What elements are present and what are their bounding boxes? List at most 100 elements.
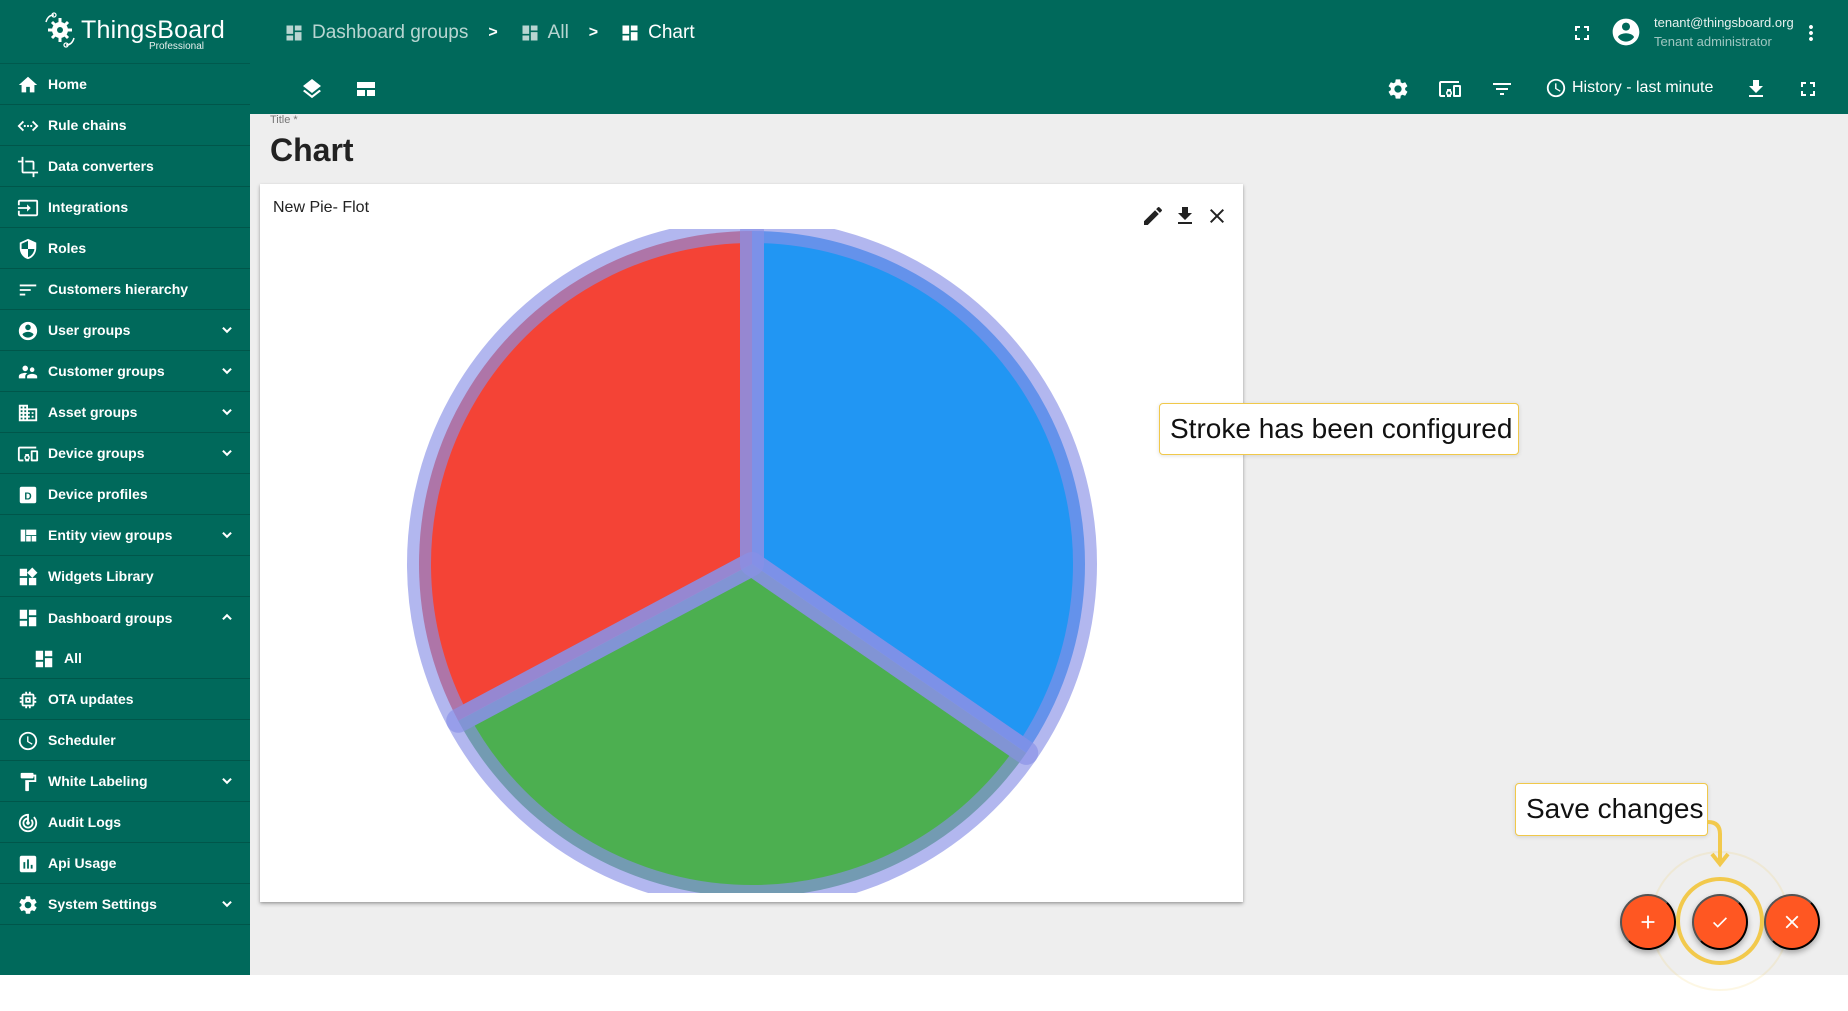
layouts-icon[interactable] [354, 77, 378, 101]
breadcrumb-chart: Chart [620, 22, 695, 44]
sidebar-item-customer-groups[interactable]: Customer groups [0, 351, 250, 392]
device-profile-icon: D [19, 486, 37, 504]
title-field-label: Title * [270, 114, 298, 126]
save-changes-button[interactable] [1692, 894, 1748, 950]
sidebar-item-dashboard-groups[interactable]: Dashboard groups [0, 597, 250, 638]
devices-icon[interactable] [1438, 77, 1462, 101]
sidebar-item-entity-view-groups[interactable]: Entity view groups [0, 515, 250, 556]
sidebar-item-label: Widgets Library [48, 568, 154, 584]
sidebar-item-roles[interactable]: Roles [0, 228, 250, 269]
sidebar-item-api-usage[interactable]: Api Usage [0, 843, 250, 884]
sidebar-item-label: Roles [48, 240, 87, 256]
sidebar-item-label: Customers hierarchy [48, 281, 189, 297]
close-icon [1785, 915, 1799, 929]
fullscreen-icon[interactable] [1796, 77, 1820, 101]
settings-icon [19, 896, 37, 914]
input-icon [17, 199, 39, 217]
sort-icon [19, 284, 37, 296]
view-quilt-icon [20, 529, 37, 542]
timewindow-button[interactable]: History - last minute [1545, 77, 1713, 99]
domain-icon [18, 404, 38, 422]
sidebar-item-label: Device profiles [48, 486, 148, 502]
settings-icon[interactable] [1386, 77, 1410, 101]
tour-tooltip-save: Save changes [1515, 783, 1708, 836]
sidebar-item-customers-hierarchy[interactable]: Customers hierarchy [0, 269, 250, 310]
sidebar-item-label: Audit Logs [48, 814, 122, 830]
sidebar-item-widgets-library[interactable]: Widgets Library [0, 556, 250, 597]
memory-icon [19, 691, 37, 709]
sidebar-item-asset-groups[interactable]: Asset groups [0, 392, 250, 433]
chevron-down-icon[interactable] [220, 774, 234, 788]
sidebar-item-data-converters[interactable]: Data converters [0, 146, 250, 187]
breadcrumb-label: Dashboard groups [312, 22, 469, 43]
sidebar-item-label: Home [48, 76, 87, 92]
edit-icon[interactable] [1141, 204, 1165, 228]
sidebar-item-device-profiles[interactable]: D Device profiles [0, 474, 250, 515]
schedule-icon [18, 731, 38, 751]
layers-icon[interactable] [300, 77, 324, 101]
sidebar-item-all-dashboards[interactable]: All [0, 638, 250, 679]
pie-chart [407, 229, 1097, 893]
add-widget-button[interactable] [1620, 894, 1676, 950]
shield-icon [19, 238, 37, 260]
sidebar-item-ota-updates[interactable]: OTA updates [0, 679, 250, 720]
sidebar-item-rule-chains[interactable]: Rule chains [0, 105, 250, 146]
close-icon[interactable] [1205, 204, 1229, 228]
breadcrumb-all[interactable]: All [520, 22, 569, 44]
track-changes-icon [18, 813, 38, 833]
sidebar-item-label: Rule chains [48, 117, 127, 133]
widgets-icon [19, 567, 38, 586]
filter-icon[interactable] [1490, 77, 1514, 101]
sidebar-nav: Home Rule chains Data converters Integra… [0, 64, 250, 925]
download-icon[interactable] [1744, 77, 1768, 101]
plus-icon [1641, 915, 1655, 929]
sidebar-item-label: User groups [48, 322, 131, 338]
home-icon [18, 76, 38, 93]
sidebar-item-device-groups[interactable]: Device groups [0, 433, 250, 474]
timewindow-label: History - last minute [1572, 79, 1714, 96]
sidebar-item-label: Data converters [48, 158, 154, 174]
widget-title: New Pie- Flot [273, 199, 370, 216]
sidebar-item-label: All [64, 650, 82, 666]
sidebar-item-scheduler[interactable]: Scheduler [0, 720, 250, 761]
format-paint-icon [20, 772, 37, 792]
logo[interactable]: ThingsBoard Professional [0, 0, 250, 64]
breadcrumb-separator: > [588, 24, 599, 41]
user-email: tenant@thingsboard.org [1654, 15, 1794, 30]
more-vert-icon[interactable] [1799, 21, 1823, 45]
devices-icon [17, 446, 39, 462]
schedule-icon [1546, 78, 1566, 98]
chevron-down-icon[interactable] [220, 446, 234, 460]
chevron-down-icon[interactable] [220, 897, 234, 911]
dashboard-icon [35, 650, 53, 668]
check-icon [1712, 917, 1728, 928]
tour-arrow-icon [1707, 820, 1730, 868]
dashboard-title-input[interactable]: Chart [270, 132, 354, 169]
widget-card[interactable]: New Pie- Flot [260, 184, 1243, 902]
chevron-down-icon[interactable] [220, 323, 234, 337]
chevron-down-icon[interactable] [220, 364, 234, 378]
fullscreen-icon[interactable] [1570, 21, 1594, 45]
sidebar-item-integrations[interactable]: Integrations [0, 187, 250, 228]
logo-icon [45, 12, 75, 48]
discard-changes-button[interactable] [1764, 894, 1820, 950]
breadcrumb-label: All [547, 22, 569, 43]
sidebar-item-system-settings[interactable]: System Settings [0, 884, 250, 925]
sidebar-item-home[interactable]: Home [0, 64, 250, 105]
sidebar-item-label: System Settings [48, 896, 157, 912]
chevron-down-icon[interactable] [220, 405, 234, 419]
dashboard-icon [522, 25, 538, 41]
download-icon[interactable] [1173, 204, 1197, 228]
chevron-up-icon[interactable] [220, 610, 234, 624]
top-toolbar: Dashboard groups > All > Chart tenant@th… [250, 0, 1848, 114]
app-root: ThingsBoard Professional Home Rule chain… [0, 0, 1848, 1011]
sidebar-item-user-groups[interactable]: User groups [0, 310, 250, 351]
breadcrumb-dashboard-groups[interactable]: Dashboard groups [284, 22, 468, 44]
chevron-down-icon[interactable] [220, 528, 234, 542]
insert-chart-icon [19, 855, 37, 873]
sidebar-item-label: OTA updates [48, 691, 134, 707]
sidebar-item-audit-logs[interactable]: Audit Logs [0, 802, 250, 843]
svg-text:D: D [24, 492, 31, 503]
sidebar-item-label: Asset groups [48, 404, 138, 420]
sidebar-item-white-labeling[interactable]: White Labeling [0, 761, 250, 802]
